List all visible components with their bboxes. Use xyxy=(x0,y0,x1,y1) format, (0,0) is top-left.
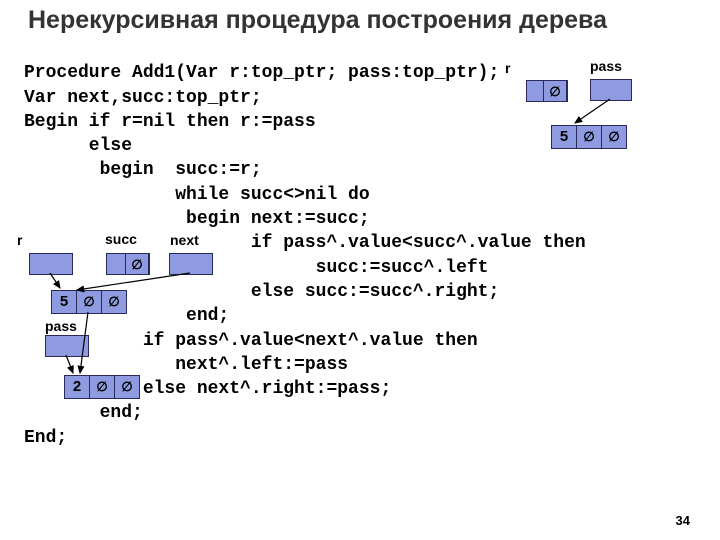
box-pass-top xyxy=(590,79,632,101)
code-line: next^.left:=pass xyxy=(24,355,348,375)
cell-nil: ∅ xyxy=(543,80,567,102)
label-next: next xyxy=(170,232,199,248)
code-line: else xyxy=(24,136,132,156)
code-line: end; xyxy=(24,403,143,423)
code-line: begin succ:=r; xyxy=(24,160,262,180)
box-pass-bot xyxy=(45,335,89,357)
cell-five-bot: 5 xyxy=(51,290,77,314)
box-next xyxy=(169,253,213,275)
cell-nil: ∅ xyxy=(125,253,149,275)
label-pass-bottom: pass xyxy=(45,318,77,334)
slide-number: 34 xyxy=(676,513,690,528)
code-line: succ:=succ^.left xyxy=(24,258,488,278)
code-line: if pass^.value<next^.value then xyxy=(24,331,478,351)
cell-five-top: 5 xyxy=(551,125,577,149)
cell-nil: ∅ xyxy=(576,125,602,149)
cell-nil: ∅ xyxy=(76,290,102,314)
code-line: Var next,succ:top_ptr; xyxy=(24,88,262,108)
code-line: End; xyxy=(24,428,67,448)
code-line: Begin if r=nil then r:=pass xyxy=(24,112,316,132)
label-r: r xyxy=(505,60,510,76)
cell-nil: ∅ xyxy=(114,375,140,399)
cell-two: 2 xyxy=(64,375,90,399)
cell-nil: ∅ xyxy=(101,290,127,314)
code-line: begin next:=succ; xyxy=(24,209,370,229)
cell-nil: ∅ xyxy=(89,375,115,399)
slide-title: Нерекурсивная процедура построения дерев… xyxy=(0,0,720,37)
code-line: Procedure Add1(Var r:top_ptr; pass:top_p… xyxy=(24,63,499,83)
label-r-bottom: r xyxy=(17,232,22,248)
box-r-bot xyxy=(29,253,73,275)
label-succ: succ xyxy=(105,231,137,247)
code-line: while succ<>nil do xyxy=(24,185,370,205)
cell-nil: ∅ xyxy=(601,125,627,149)
label-pass: pass xyxy=(590,58,622,74)
